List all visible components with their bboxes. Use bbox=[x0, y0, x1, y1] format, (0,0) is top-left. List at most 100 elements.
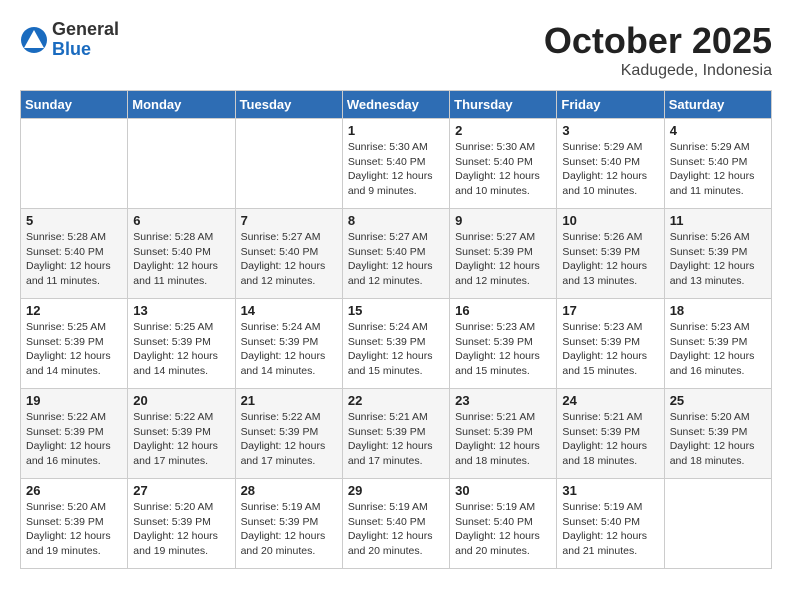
day-number: 21 bbox=[241, 393, 337, 408]
calendar-cell: 29 Sunrise: 5:19 AM Sunset: 5:40 PM Dayli… bbox=[342, 479, 449, 569]
calendar-cell: 17Sunrise: 5:23 AM Sunset: 5:39 PM Dayli… bbox=[557, 299, 664, 389]
day-number: 28 bbox=[241, 483, 337, 498]
day-info: Sunrise: 5:19 AM Sunset: 5:40 PM Dayligh… bbox=[562, 500, 658, 559]
day-number: 15 bbox=[348, 303, 444, 318]
calendar-cell: 2Sunrise: 5:30 AM Sunset: 5:40 PM Daylig… bbox=[450, 119, 557, 209]
day-info: Sunrise: 5:21 AM Sunset: 5:39 PM Dayligh… bbox=[348, 410, 444, 469]
day-number: 13 bbox=[133, 303, 229, 318]
day-number: 30 bbox=[455, 483, 551, 498]
day-info: Sunrise: 5:22 AM Sunset: 5:39 PM Dayligh… bbox=[133, 410, 229, 469]
calendar-cell: 21Sunrise: 5:22 AM Sunset: 5:39 PM Dayli… bbox=[235, 389, 342, 479]
calendar-cell: 1 Sunrise: 5:30 AM Sunset: 5:40 PM Daylig… bbox=[342, 119, 449, 209]
calendar-cell bbox=[21, 119, 128, 209]
day-number: 29 bbox=[348, 483, 444, 498]
calendar-table: SundayMondayTuesdayWednesdayThursdayFrid… bbox=[20, 90, 772, 569]
logo-general: General bbox=[52, 20, 119, 40]
calendar-week-row: 12 Sunrise: 5:25 AM Sunset: 5:39 PM Dayli… bbox=[21, 299, 772, 389]
logo-text: General Blue bbox=[52, 20, 119, 60]
day-number: 8 bbox=[348, 213, 444, 228]
day-info: Sunrise: 5:29 AM Sunset: 5:40 PM Dayligh… bbox=[670, 140, 766, 199]
day-info: Sunrise: 5:20 AM Sunset: 5:39 PM Dayligh… bbox=[670, 410, 766, 469]
calendar-cell: 22 Sunrise: 5:21 AM Sunset: 5:39 PM Dayli… bbox=[342, 389, 449, 479]
day-number: 18 bbox=[670, 303, 766, 318]
day-info: Sunrise: 5:27 AM Sunset: 5:40 PM Dayligh… bbox=[348, 230, 444, 289]
calendar-cell: 4Sunrise: 5:29 AM Sunset: 5:40 PM Daylig… bbox=[664, 119, 771, 209]
weekday-header-cell: Thursday bbox=[450, 91, 557, 119]
calendar-cell: 9 Sunrise: 5:27 AM Sunset: 5:39 PM Daylig… bbox=[450, 209, 557, 299]
day-number: 27 bbox=[133, 483, 229, 498]
day-number: 31 bbox=[562, 483, 658, 498]
day-number: 7 bbox=[241, 213, 337, 228]
day-number: 5 bbox=[26, 213, 122, 228]
calendar-cell: 20Sunrise: 5:22 AM Sunset: 5:39 PM Dayli… bbox=[128, 389, 235, 479]
location: Kadugede, Indonesia bbox=[544, 62, 772, 80]
day-number: 1 bbox=[348, 123, 444, 138]
day-number: 25 bbox=[670, 393, 766, 408]
day-info: Sunrise: 5:26 AM Sunset: 5:39 PM Dayligh… bbox=[670, 230, 766, 289]
day-info: Sunrise: 5:22 AM Sunset: 5:39 PM Dayligh… bbox=[26, 410, 122, 469]
day-number: 24 bbox=[562, 393, 658, 408]
day-info: Sunrise: 5:28 AM Sunset: 5:40 PM Dayligh… bbox=[133, 230, 229, 289]
calendar-cell: 10 Sunrise: 5:26 AM Sunset: 5:39 PM Dayli… bbox=[557, 209, 664, 299]
weekday-header-cell: Sunday bbox=[21, 91, 128, 119]
weekday-header-cell: Monday bbox=[128, 91, 235, 119]
weekday-header-cell: Tuesday bbox=[235, 91, 342, 119]
day-number: 26 bbox=[26, 483, 122, 498]
day-number: 10 bbox=[562, 213, 658, 228]
day-number: 19 bbox=[26, 393, 122, 408]
day-info: Sunrise: 5:19 AM Sunset: 5:39 PM Dayligh… bbox=[241, 500, 337, 559]
day-number: 11 bbox=[670, 213, 766, 228]
day-info: Sunrise: 5:25 AM Sunset: 5:39 PM Dayligh… bbox=[133, 320, 229, 379]
day-number: 16 bbox=[455, 303, 551, 318]
calendar-cell: 24 Sunrise: 5:21 AM Sunset: 5:39 PM Dayli… bbox=[557, 389, 664, 479]
day-number: 12 bbox=[26, 303, 122, 318]
weekday-header-cell: Friday bbox=[557, 91, 664, 119]
day-number: 23 bbox=[455, 393, 551, 408]
calendar-cell: 28 Sunrise: 5:19 AM Sunset: 5:39 PM Dayli… bbox=[235, 479, 342, 569]
day-number: 14 bbox=[241, 303, 337, 318]
day-info: Sunrise: 5:20 AM Sunset: 5:39 PM Dayligh… bbox=[133, 500, 229, 559]
calendar-week-row: 19 Sunrise: 5:22 AM Sunset: 5:39 PM Dayli… bbox=[21, 389, 772, 479]
day-info: Sunrise: 5:23 AM Sunset: 5:39 PM Dayligh… bbox=[562, 320, 658, 379]
day-info: Sunrise: 5:29 AM Sunset: 5:40 PM Dayligh… bbox=[562, 140, 658, 199]
calendar-cell: 16 Sunrise: 5:23 AM Sunset: 5:39 PM Dayli… bbox=[450, 299, 557, 389]
day-info: Sunrise: 5:19 AM Sunset: 5:40 PM Dayligh… bbox=[348, 500, 444, 559]
day-info: Sunrise: 5:21 AM Sunset: 5:39 PM Dayligh… bbox=[562, 410, 658, 469]
calendar-cell: 18Sunrise: 5:23 AM Sunset: 5:39 PM Dayli… bbox=[664, 299, 771, 389]
day-number: 9 bbox=[455, 213, 551, 228]
calendar-cell: 27 Sunrise: 5:20 AM Sunset: 5:39 PM Dayli… bbox=[128, 479, 235, 569]
day-number: 3 bbox=[562, 123, 658, 138]
logo: General Blue bbox=[20, 20, 119, 60]
calendar-cell: 23Sunrise: 5:21 AM Sunset: 5:39 PM Dayli… bbox=[450, 389, 557, 479]
calendar-cell: 3 Sunrise: 5:29 AM Sunset: 5:40 PM Daylig… bbox=[557, 119, 664, 209]
calendar-cell: 30 Sunrise: 5:19 AM Sunset: 5:40 PM Dayli… bbox=[450, 479, 557, 569]
calendar-cell: 7Sunrise: 5:27 AM Sunset: 5:40 PM Daylig… bbox=[235, 209, 342, 299]
day-info: Sunrise: 5:25 AM Sunset: 5:39 PM Dayligh… bbox=[26, 320, 122, 379]
calendar-cell: 12 Sunrise: 5:25 AM Sunset: 5:39 PM Dayli… bbox=[21, 299, 128, 389]
day-info: Sunrise: 5:24 AM Sunset: 5:39 PM Dayligh… bbox=[241, 320, 337, 379]
day-number: 2 bbox=[455, 123, 551, 138]
day-info: Sunrise: 5:27 AM Sunset: 5:39 PM Dayligh… bbox=[455, 230, 551, 289]
day-number: 6 bbox=[133, 213, 229, 228]
calendar-cell: 5 Sunrise: 5:28 AM Sunset: 5:40 PM Daylig… bbox=[21, 209, 128, 299]
calendar-cell: 19 Sunrise: 5:22 AM Sunset: 5:39 PM Dayli… bbox=[21, 389, 128, 479]
day-info: Sunrise: 5:23 AM Sunset: 5:39 PM Dayligh… bbox=[455, 320, 551, 379]
day-info: Sunrise: 5:19 AM Sunset: 5:40 PM Dayligh… bbox=[455, 500, 551, 559]
calendar-week-row: 1 Sunrise: 5:30 AM Sunset: 5:40 PM Daylig… bbox=[21, 119, 772, 209]
weekday-header-row: SundayMondayTuesdayWednesdayThursdayFrid… bbox=[21, 91, 772, 119]
calendar-body: 1 Sunrise: 5:30 AM Sunset: 5:40 PM Daylig… bbox=[21, 119, 772, 569]
day-info: Sunrise: 5:30 AM Sunset: 5:40 PM Dayligh… bbox=[348, 140, 444, 199]
logo-icon bbox=[20, 26, 48, 54]
day-info: Sunrise: 5:26 AM Sunset: 5:39 PM Dayligh… bbox=[562, 230, 658, 289]
day-info: Sunrise: 5:24 AM Sunset: 5:39 PM Dayligh… bbox=[348, 320, 444, 379]
calendar-cell: 26Sunrise: 5:20 AM Sunset: 5:39 PM Dayli… bbox=[21, 479, 128, 569]
page-header: General Blue October 2025 Kadugede, Indo… bbox=[20, 20, 772, 80]
day-info: Sunrise: 5:28 AM Sunset: 5:40 PM Dayligh… bbox=[26, 230, 122, 289]
calendar-cell: 6 Sunrise: 5:28 AM Sunset: 5:40 PM Daylig… bbox=[128, 209, 235, 299]
calendar-cell bbox=[664, 479, 771, 569]
calendar-cell: 8 Sunrise: 5:27 AM Sunset: 5:40 PM Daylig… bbox=[342, 209, 449, 299]
day-number: 22 bbox=[348, 393, 444, 408]
calendar-cell bbox=[235, 119, 342, 209]
calendar-cell: 15 Sunrise: 5:24 AM Sunset: 5:39 PM Dayli… bbox=[342, 299, 449, 389]
calendar-week-row: 5 Sunrise: 5:28 AM Sunset: 5:40 PM Daylig… bbox=[21, 209, 772, 299]
